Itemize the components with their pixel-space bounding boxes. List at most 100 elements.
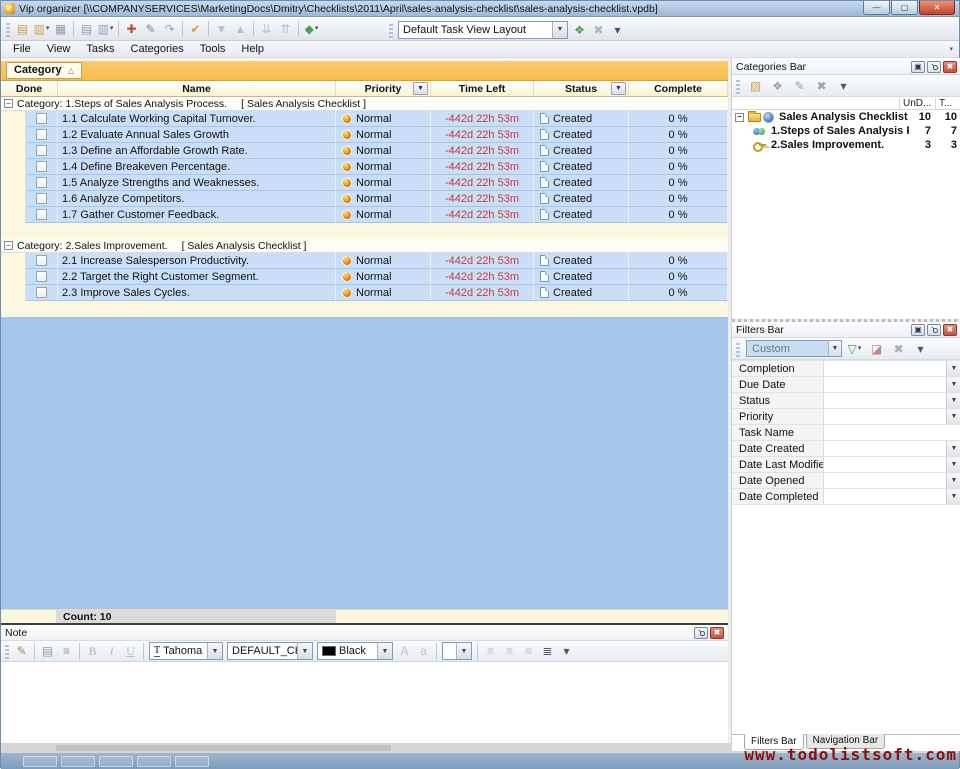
open-database-icon[interactable]: ▥▾ (32, 19, 51, 38)
edit-note-icon[interactable]: ✎ (12, 642, 31, 661)
menu-item-categories[interactable]: Categories (123, 42, 192, 56)
task-row[interactable]: 1.4 Define Breakeven Percentage.Normal-4… (1, 159, 728, 175)
column-header-done[interactable]: Done (1, 81, 58, 96)
task-checkbox[interactable] (36, 113, 47, 124)
toolbar-overflow-icon[interactable]: ▾ (608, 20, 627, 39)
chevron-down-icon[interactable]: ▾ (858, 345, 862, 352)
chevron-down-icon[interactable]: ▼ (377, 643, 392, 659)
maximize-button[interactable]: ▢ (891, 1, 918, 15)
filters-overflow-icon[interactable]: ▾ (911, 339, 930, 358)
close-panel-button[interactable]: ✖ (943, 61, 957, 73)
restore-panel-button[interactable]: ▣ (911, 61, 925, 73)
pin-panel-button[interactable]: ⚲ (927, 324, 941, 336)
menu-item-view[interactable]: View (39, 42, 79, 56)
column-total[interactable]: T... (935, 98, 960, 109)
filter-value-field[interactable] (824, 393, 946, 408)
task-checkbox[interactable] (36, 209, 47, 220)
task-row[interactable]: 1.6 Analyze Competitors.Normal-442d 22h … (1, 191, 728, 207)
task-row[interactable]: 2.3 Improve Sales Cycles.Normal-442d 22h… (1, 285, 728, 301)
menu-item-file[interactable]: File (5, 42, 39, 56)
note-overflow-icon[interactable]: ▾ (557, 642, 576, 661)
filter-dropdown-button[interactable]: ▼ (946, 457, 960, 472)
filter-value-field[interactable] (824, 409, 946, 424)
column-header-status[interactable]: Status▼ (534, 81, 629, 96)
column-header-priority[interactable]: Priority▼ (336, 81, 431, 96)
category-group-row[interactable]: −Category: 2.Sales Improvement.[ Sales A… (1, 239, 728, 253)
toolbar-grip[interactable] (736, 341, 740, 357)
task-row[interactable]: 1.7 Gather Customer Feedback.Normal-442d… (1, 207, 728, 223)
task-checkbox[interactable] (36, 271, 47, 282)
complete-task-icon[interactable]: ✔ (186, 19, 205, 38)
filter-dropdown-button[interactable]: ▼ (946, 361, 960, 376)
categories-overflow-icon[interactable]: ▾ (834, 76, 853, 95)
clear-filter-icon[interactable]: ◪ (867, 339, 886, 358)
note-editor-area[interactable] (1, 662, 728, 743)
remove-layout-icon[interactable]: ✖ (589, 20, 608, 39)
chevron-down-icon[interactable]: ▾ (46, 25, 50, 32)
menu-item-tools[interactable]: Tools (192, 42, 234, 56)
chevron-down-icon[interactable]: ▼ (207, 643, 222, 659)
new-database-icon[interactable]: ▤ (13, 19, 32, 38)
pin-panel-button[interactable]: ⚲ (694, 627, 708, 639)
task-checkbox[interactable] (36, 161, 47, 172)
column-undone[interactable]: UnD... (899, 98, 935, 109)
chevron-down-icon[interactable]: ▾ (315, 25, 319, 32)
print-preview-icon[interactable]: ▥▾ (96, 19, 115, 38)
filter-value-field[interactable] (824, 425, 960, 440)
task-row[interactable]: 2.2 Target the Right Customer Segment.No… (1, 269, 728, 285)
task-row[interactable]: 1.1 Calculate Working Capital Turnover.N… (1, 111, 728, 127)
column-header-time-left[interactable]: Time Left (431, 81, 534, 96)
edit-category-icon[interactable]: ✎ (790, 76, 809, 95)
menu-overflow-icon[interactable]: ▾ (949, 45, 953, 53)
filter-dropdown-button[interactable]: ▼ (946, 377, 960, 392)
paragraph-marks-icon[interactable]: ≡ (57, 642, 76, 661)
minimize-button[interactable]: — (863, 1, 890, 15)
task-row[interactable]: 2.1 Increase Salesperson Productivity.No… (1, 253, 728, 269)
menu-item-help[interactable]: Help (233, 42, 272, 56)
filter-dropdown-button[interactable]: ▼ (611, 82, 626, 95)
group-by-category-chip[interactable]: Category △ (6, 62, 82, 79)
chevron-down-icon[interactable]: ▼ (297, 643, 312, 659)
toolbar-grip[interactable] (389, 22, 393, 38)
char-style-combo[interactable]: DEFAULT_CHAR ▼ (227, 642, 313, 660)
filter-dropdown-button[interactable]: ▼ (946, 489, 960, 504)
font-combo[interactable]: T Tahoma ▼ (149, 642, 223, 660)
task-checkbox[interactable] (36, 255, 47, 266)
menu-item-tasks[interactable]: Tasks (78, 42, 122, 56)
edit-task-icon[interactable]: ✎ (141, 19, 160, 38)
category-tree-row[interactable]: 2.Sales Improvement.33 (732, 138, 960, 152)
task-row[interactable]: 1.3 Define an Affordable Growth Rate.Nor… (1, 143, 728, 159)
delete-category-icon[interactable]: ✖ (812, 76, 831, 95)
task-checkbox[interactable] (36, 193, 47, 204)
task-checkbox[interactable] (36, 129, 47, 140)
task-checkbox[interactable] (36, 287, 47, 298)
filter-dropdown-button[interactable]: ▼ (946, 409, 960, 424)
filter-value-field[interactable] (824, 441, 946, 456)
restore-panel-button[interactable]: ▣ (911, 324, 925, 336)
chevron-down-icon[interactable]: ▼ (552, 22, 567, 38)
pin-panel-button[interactable]: ⚲ (927, 61, 941, 73)
chevron-down-icon[interactable]: ▾ (110, 25, 114, 32)
font-color-combo[interactable]: Black ▼ (317, 642, 393, 660)
task-row[interactable]: 1.5 Analyze Strengths and Weaknesses.Nor… (1, 175, 728, 191)
collapse-expander-icon[interactable]: − (735, 113, 744, 122)
column-header-name[interactable]: Name (58, 81, 336, 96)
filter-value-field[interactable] (824, 361, 946, 376)
layout-combo[interactable]: Default Task View Layout ▼ (398, 21, 568, 39)
chevron-down-icon[interactable]: ▼ (456, 643, 471, 659)
add-subcategory-icon[interactable]: ❖ (768, 76, 787, 95)
chevron-down-icon[interactable]: ▼ (828, 341, 841, 356)
category-tree-row[interactable]: −Sales Analysis Checklist1010 (732, 110, 960, 124)
category-tree-row[interactable]: 1.Steps of Sales Analysis Proce77 (732, 124, 960, 138)
bullet-list-icon[interactable]: ≣ (538, 642, 557, 661)
task-row[interactable]: 1.2 Evaluate Annual Sales GrowthNormal-4… (1, 127, 728, 143)
apply-filter-icon[interactable]: ▽▾ (845, 339, 864, 358)
task-checkbox[interactable] (36, 145, 47, 156)
filter-value-field[interactable] (824, 489, 946, 504)
filter-value-field[interactable] (824, 377, 946, 392)
green-leaf-icon[interactable]: ◆▾ (302, 19, 321, 38)
filter-value-field[interactable] (824, 473, 946, 488)
close-panel-button[interactable]: ✖ (710, 627, 724, 639)
print-icon[interactable]: ▤ (77, 19, 96, 38)
close-panel-button[interactable]: ✖ (943, 324, 957, 336)
